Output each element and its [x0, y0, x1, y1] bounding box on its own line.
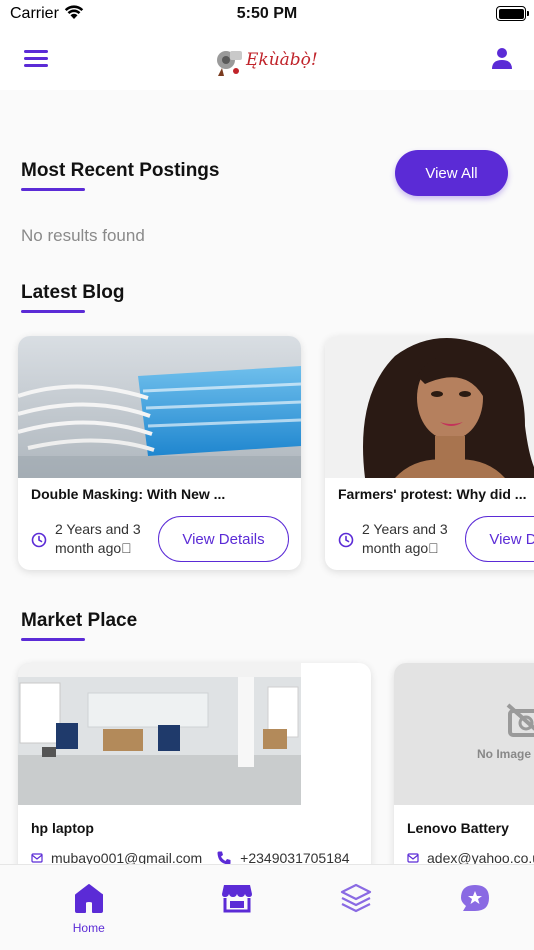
blog-age: 2 Years and 3 month ago : [362, 521, 448, 556]
email-icon: [31, 853, 43, 863]
bottom-tab-bar: Home: [0, 864, 534, 950]
app-logo: Ękùàbọ̀!: [214, 40, 318, 80]
market-item-contact: adex@yahoo.co.uk: [407, 850, 534, 864]
hamburger-menu-icon[interactable]: [24, 50, 50, 70]
clock-icon: [31, 532, 47, 548]
blog-meta: 2 Years and 3 month ago : [31, 520, 155, 558]
blog-title: Farmers' protest: Why did ...: [338, 486, 527, 502]
battery-icon: [496, 6, 529, 21]
market-item-phone[interactable]: +2349031705184: [240, 850, 349, 864]
tab-reviews[interactable]: [408, 865, 534, 950]
no-image-icon: [506, 703, 534, 737]
layers-icon: [340, 883, 371, 913]
blog-meta: 2 Years and 3 month ago : [338, 520, 462, 558]
blog-age: 2 Years and 3 month ago : [55, 521, 141, 556]
logo-text: Ękùàbọ̀!: [246, 50, 318, 70]
blog-image-masks: [18, 336, 301, 478]
star-chat-icon: [460, 885, 489, 911]
view-details-button[interactable]: View Details: [158, 516, 289, 562]
blog-image-portrait: [325, 336, 534, 478]
blog-card[interactable]: Farmers' protest: Why did ... 2 Years an…: [325, 336, 534, 570]
status-bar: Carrier 5:50 PM: [0, 0, 534, 30]
market-card[interactable]: No Image Lenovo Battery adex@yahoo.co.uk: [394, 663, 534, 864]
market-image-office: [18, 663, 301, 805]
no-image-label: No Image: [477, 747, 532, 761]
market-item-contact: mubayo001@gmail.com +2349031705184: [31, 850, 350, 864]
market-item-email[interactable]: mubayo001@gmail.com: [51, 850, 202, 864]
tab-home-label: Home: [72, 921, 105, 935]
market-item-email[interactable]: adex@yahoo.co.uk: [427, 850, 534, 864]
tab-layers[interactable]: [289, 865, 423, 950]
clock-icon: [338, 532, 354, 548]
blog-title: Double Masking: With New ...: [31, 486, 226, 502]
view-all-button[interactable]: View All: [395, 150, 508, 196]
phone-icon: [217, 851, 231, 864]
recent-postings-heading: Most Recent Postings: [21, 160, 219, 191]
market-place-heading: Market Place: [21, 610, 137, 641]
email-icon: [407, 853, 419, 863]
market-item-title: hp laptop: [31, 820, 94, 836]
home-icon: [74, 884, 103, 913]
no-results-text: No results found: [21, 226, 145, 245]
user-profile-icon[interactable]: [490, 46, 514, 70]
blog-card[interactable]: Double Masking: With New ... 2 Years and…: [18, 336, 301, 570]
app-header: Ękùàbọ̀!: [0, 30, 534, 90]
clock: 5:50 PM: [236, 5, 298, 22]
tab-marketplace[interactable]: [170, 865, 304, 950]
market-item-title: Lenovo Battery: [407, 820, 509, 836]
tab-home[interactable]: Home: [22, 865, 156, 950]
market-card[interactable]: hp laptop mubayo001@gmail.com +234903170…: [18, 663, 371, 864]
logo-mark-icon: [217, 51, 242, 76]
home-content[interactable]: Most Recent Postings View All No results…: [0, 90, 534, 864]
store-icon: [221, 885, 252, 913]
latest-blog-heading: Latest Blog: [21, 282, 124, 313]
market-image-placeholder: No Image: [394, 663, 534, 805]
view-details-button[interactable]: View Details: [465, 516, 534, 562]
